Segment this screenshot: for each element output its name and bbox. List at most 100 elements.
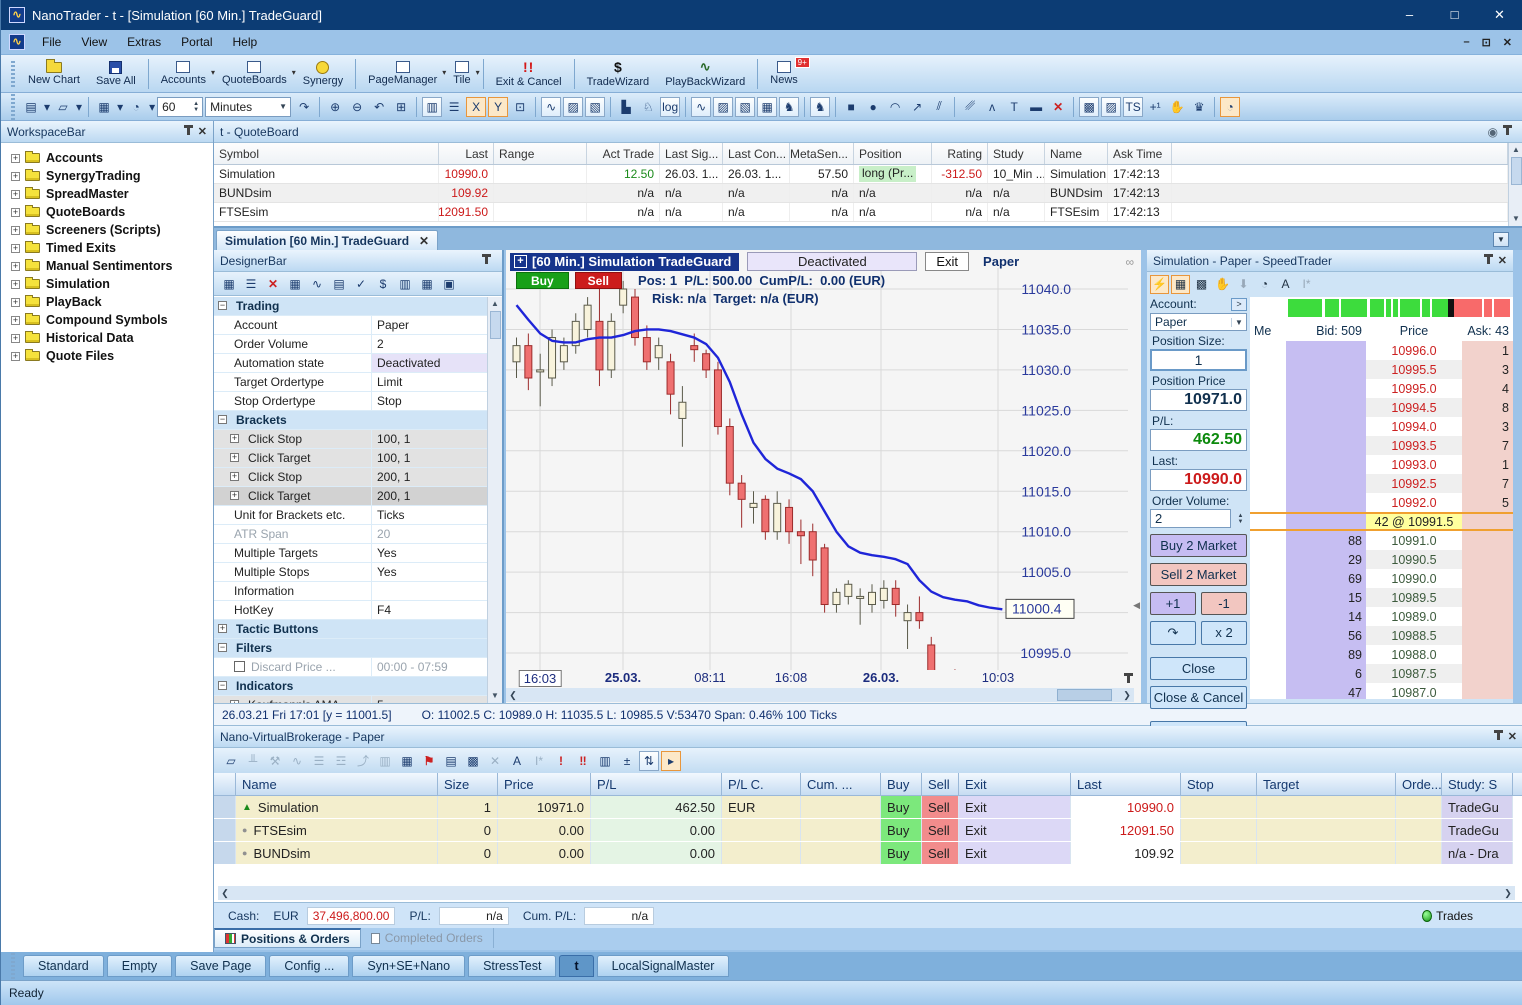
- mdi-close-button[interactable]: ✕: [1503, 36, 1512, 49]
- property-atr-span[interactable]: ATR Span20: [214, 525, 491, 544]
- column-header-act-trade[interactable]: Act Trade: [587, 143, 660, 164]
- ladder-price-cell[interactable]: 10994.5: [1366, 398, 1462, 417]
- orders-tool-4[interactable]: ☰: [309, 751, 329, 771]
- mdi-restore-button[interactable]: ⊡: [1482, 36, 1491, 49]
- section-indicators[interactable]: −Indicators: [214, 677, 491, 696]
- property-value[interactable]: 200, 1: [371, 487, 491, 505]
- close-icon[interactable]: ✕: [1498, 254, 1507, 267]
- tool-icon-7[interactable]: ◔: [126, 97, 146, 117]
- tab-completed-orders[interactable]: Completed Orders: [361, 928, 494, 948]
- sell-cell-button[interactable]: Sell: [922, 796, 959, 818]
- tree-item-quote-files[interactable]: +Quote Files: [1, 347, 213, 365]
- expand-icon[interactable]: −: [218, 415, 227, 424]
- link-icon[interactable]: ∞: [1125, 255, 1134, 269]
- ladder-row-10992-5[interactable]: 10992.57: [1250, 474, 1513, 493]
- buy-cell-button[interactable]: Buy: [881, 819, 922, 841]
- orders-tool-18[interactable]: ±: [617, 751, 637, 771]
- tool-icon-18[interactable]: ▥: [422, 97, 442, 117]
- ladder-ask-cell[interactable]: [1462, 607, 1513, 626]
- scroll-down-icon[interactable]: ▼: [1512, 212, 1520, 226]
- orders-tool-19[interactable]: ⇅: [639, 751, 659, 771]
- tool-icon-25[interactable]: ▨: [563, 97, 583, 117]
- pin-icon[interactable]: [1506, 128, 1509, 135]
- section-filters[interactable]: −Filters: [214, 639, 491, 658]
- orders-tool-10[interactable]: ▤: [441, 751, 461, 771]
- ladder-price-cell[interactable]: 10993.0: [1366, 455, 1462, 474]
- tree-item-quoteboards[interactable]: +QuoteBoards: [1, 203, 213, 221]
- ladder-bid-cell[interactable]: [1286, 341, 1366, 360]
- tool-icon-15[interactable]: ↶: [369, 97, 389, 117]
- property-value[interactable]: Deactivated: [371, 354, 491, 372]
- property-value[interactable]: 00:00 - 07:59: [371, 658, 491, 676]
- ladder-price-cell[interactable]: 42 @ 10991.5: [1366, 514, 1462, 529]
- tree-item-timed-exits[interactable]: +Timed Exits: [1, 239, 213, 257]
- scroll-up-icon[interactable]: ▲: [491, 297, 499, 311]
- tool-icon-2[interactable]: ▱: [53, 97, 73, 117]
- close-position-button[interactable]: Close: [1150, 657, 1247, 680]
- menu-extras[interactable]: Extras: [117, 32, 171, 52]
- ladder-me-cell[interactable]: [1250, 436, 1286, 455]
- ladder-me-cell[interactable]: [1250, 514, 1286, 529]
- property-value[interactable]: [371, 582, 491, 600]
- order-volume-stepper[interactable]: ▲▼: [1234, 513, 1247, 525]
- ladder-bid-cell[interactable]: 88: [1286, 531, 1366, 550]
- chart-hscrollbar[interactable]: ❮ ❯: [506, 688, 1134, 702]
- quote-row-simulation[interactable]: Simulation10990.012.5026.03. 1...26.03. …: [214, 165, 1508, 184]
- ladder-ask-cell[interactable]: [1462, 626, 1513, 645]
- column-header-size[interactable]: Size: [438, 773, 498, 795]
- toolbar-playbackwizard-button[interactable]: ∿PlayBackWizard: [657, 59, 753, 89]
- scroll-thumb[interactable]: [490, 311, 501, 339]
- tool-icon-46[interactable]: ␥: [960, 97, 980, 117]
- pin-icon[interactable]: [1127, 676, 1130, 683]
- tree-item-spreadmaster[interactable]: +SpreadMaster: [1, 185, 213, 203]
- tool-icon-28[interactable]: ▙: [616, 97, 636, 117]
- ladder-row-10993-0[interactable]: 10993.01: [1250, 455, 1513, 474]
- ladder-price-cell[interactable]: 10987.5: [1366, 664, 1462, 683]
- ladder-price-cell[interactable]: 10991.0: [1366, 531, 1462, 550]
- checkbox[interactable]: [234, 661, 245, 672]
- ladder-ask-cell[interactable]: 1: [1462, 455, 1513, 474]
- ladder-row-10994-5[interactable]: 10994.58: [1250, 398, 1513, 417]
- ladder-bid-cell[interactable]: [1286, 493, 1366, 512]
- expand-icon[interactable]: +: [230, 472, 239, 481]
- ladder-ask-cell[interactable]: [1462, 569, 1513, 588]
- ladder-price-cell[interactable]: 10989.5: [1366, 588, 1462, 607]
- expand-icon[interactable]: +: [11, 298, 20, 307]
- tool-icon-0[interactable]: ▤: [21, 97, 41, 117]
- ladder-me-cell[interactable]: [1250, 626, 1286, 645]
- ladder-row-10990-0[interactable]: 6910990.0: [1250, 569, 1513, 588]
- double-button[interactable]: x 2: [1201, 621, 1247, 645]
- ladder-me-cell[interactable]: [1250, 683, 1286, 699]
- tool-icon-34[interactable]: ▧: [735, 97, 755, 117]
- pin-icon[interactable]: [1487, 257, 1490, 264]
- property-multiple-targets[interactable]: Multiple TargetsYes: [214, 544, 491, 563]
- designer-vscrollbar[interactable]: ▲ ▼: [487, 297, 502, 703]
- expand-icon[interactable]: +: [11, 334, 20, 343]
- ladder-price-cell[interactable]: 10995.0: [1366, 379, 1462, 398]
- orders-tool-3[interactable]: ∿: [287, 751, 307, 771]
- speedtrader-tool-7[interactable]: I*: [1297, 275, 1316, 294]
- column-header-exit[interactable]: Exit: [959, 773, 1071, 795]
- orders-tool-2[interactable]: ⚒: [265, 751, 285, 771]
- designer-tool-8[interactable]: ▥: [395, 274, 415, 294]
- ladder-bid-cell[interactable]: 69: [1286, 569, 1366, 588]
- expand-icon[interactable]: +: [11, 154, 20, 163]
- page-tab-stresstest[interactable]: StressTest: [468, 955, 556, 977]
- column-header-last[interactable]: Last: [439, 143, 494, 164]
- expand-icon[interactable]: +: [11, 352, 20, 361]
- orders-tool-12[interactable]: ✕: [485, 751, 505, 771]
- section-brackets[interactable]: −Brackets: [214, 411, 491, 430]
- expand-icon[interactable]: +: [11, 172, 20, 181]
- ladder-ask-cell[interactable]: 4: [1462, 379, 1513, 398]
- column-header-cum[interactable]: Cum. ...: [801, 773, 881, 795]
- tool-icon-53[interactable]: ▨: [1101, 97, 1121, 117]
- expand-icon[interactable]: −: [218, 301, 227, 310]
- property-value[interactable]: Yes: [371, 563, 491, 581]
- column-header-selector[interactable]: [214, 773, 236, 795]
- tool-icon-11[interactable]: ↷: [294, 97, 314, 117]
- ladder-ask-cell[interactable]: 7: [1462, 436, 1513, 455]
- ladder-me-cell[interactable]: [1250, 550, 1286, 569]
- tree-item-manual-sentimentors[interactable]: +Manual Sentimentors: [1, 257, 213, 275]
- column-header-name[interactable]: Name: [1045, 143, 1108, 164]
- ladder-me-cell[interactable]: [1250, 664, 1286, 683]
